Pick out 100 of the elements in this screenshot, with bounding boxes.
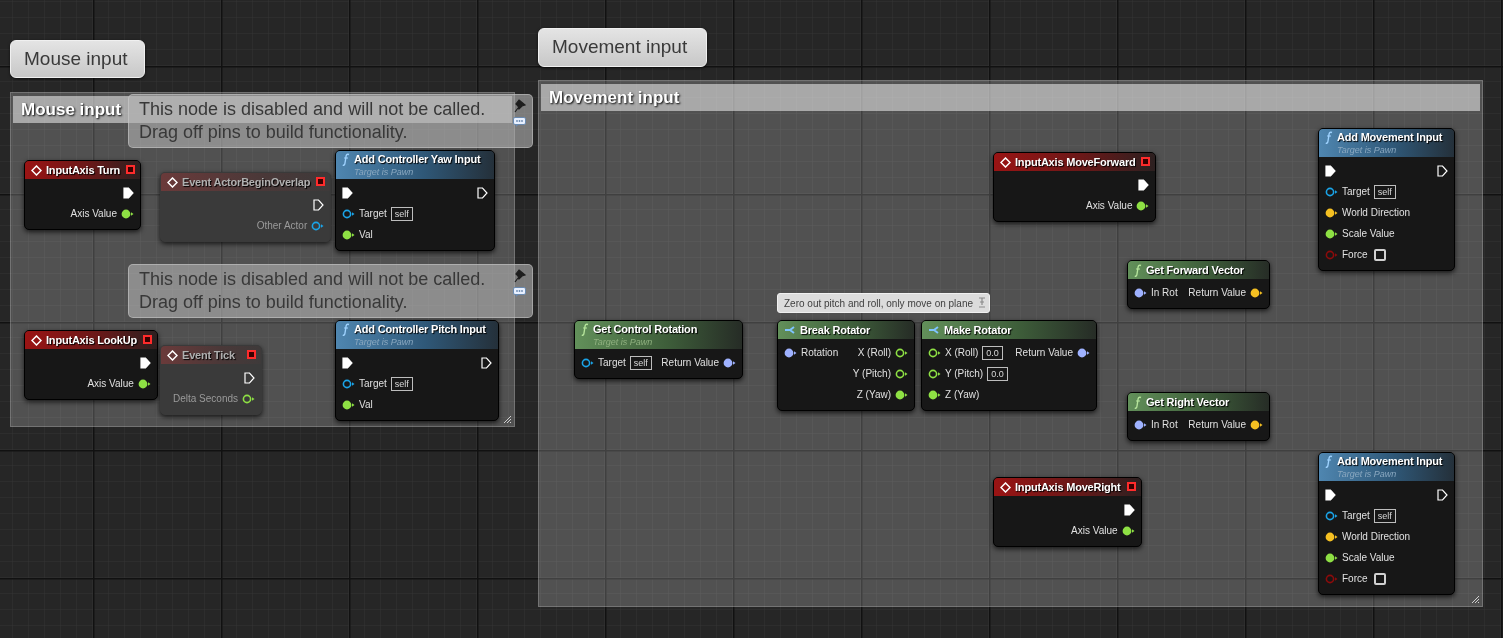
node-title: Break Rotator	[800, 324, 871, 336]
exec-pin[interactable]	[1138, 178, 1150, 191]
comment-icon[interactable]	[513, 287, 526, 297]
data-pin[interactable]	[342, 208, 355, 219]
blueprint-node[interactable]: Add Controller Yaw Input Target is Pawn Target self Val	[335, 150, 495, 251]
data-pin[interactable]	[1325, 228, 1338, 239]
pushpin-icon[interactable]	[514, 269, 526, 283]
data-pin[interactable]	[928, 389, 941, 400]
node-title: Get Forward Vector	[1146, 264, 1244, 276]
pin-label: X (Roll)	[945, 346, 979, 360]
blueprint-node[interactable]: Add Controller Pitch Input Target is Pawn Target self Val	[335, 320, 499, 421]
data-pin[interactable]	[342, 378, 355, 389]
exec-pin[interactable]	[481, 356, 492, 369]
pin-label: Return Value	[1188, 286, 1246, 300]
exec-pin[interactable]	[477, 186, 488, 199]
node-title: Add Controller Yaw Input	[354, 154, 481, 165]
blueprint-node[interactable]: InputAxis MoveForward Axis Value	[993, 152, 1157, 222]
delegate-pin-icon[interactable]	[1126, 482, 1136, 491]
diamond-icon	[167, 349, 178, 361]
data-pin[interactable]	[928, 347, 941, 358]
pin-label: Rotation	[801, 346, 839, 360]
default-value-field[interactable]: self	[390, 376, 413, 391]
data-pin[interactable]	[1077, 347, 1090, 358]
data-pin[interactable]	[581, 357, 594, 368]
delegate-pin-icon[interactable]	[142, 335, 152, 344]
blueprint-node[interactable]: Add Movement Input Target is Pawn Target self World Direction Scale Value Force	[1318, 452, 1455, 595]
pin-label: Axis Value	[87, 377, 134, 391]
data-pin[interactable]	[1250, 287, 1263, 298]
blueprint-node[interactable]: InputAxis Turn Axis Value	[24, 160, 141, 230]
exec-pin[interactable]	[342, 186, 353, 199]
diamond-icon	[1000, 481, 1011, 493]
data-pin[interactable]	[1325, 552, 1338, 563]
data-pin[interactable]	[895, 368, 908, 379]
blueprint-node[interactable]: Get Right Vector In Rot Return Value	[1127, 392, 1270, 441]
function-icon	[1325, 131, 1333, 144]
blueprint-node[interactable]: Get Forward Vector In Rot Return Value	[1127, 260, 1270, 309]
exec-pin[interactable]	[139, 356, 151, 369]
pin-label: Return Value	[1188, 418, 1246, 432]
data-pin[interactable]	[137, 378, 151, 389]
delegate-pin-icon[interactable]	[1141, 157, 1151, 166]
data-pin[interactable]	[784, 347, 797, 358]
blueprint-node[interactable]: InputAxis LookUp Axis Value	[24, 330, 158, 400]
pin-label: X (Roll)	[857, 346, 891, 360]
delegate-pin-icon[interactable]	[126, 165, 135, 174]
exec-pin[interactable]	[123, 186, 134, 199]
function-icon	[1134, 395, 1142, 409]
exec-pin[interactable]	[1123, 503, 1135, 516]
node-title: InputAxis Turn	[46, 164, 120, 176]
default-value-field[interactable]: self	[1373, 184, 1396, 199]
default-value-field[interactable]: self	[1373, 508, 1396, 523]
note-text: This node is disabled and will not be called. Drag off pins to build functionality.	[139, 268, 486, 314]
blueprint-node[interactable]: Make Rotator X (Roll) 0.0 Return Value Y (Pitch) 0.0 Z (Yaw)	[921, 320, 1097, 411]
note-text: This node is disabled and will not be called. Drag off pins to build functionality.	[139, 98, 486, 144]
data-pin[interactable]	[895, 347, 908, 358]
exec-pin[interactable]	[1437, 164, 1448, 177]
default-value-field[interactable]: 0.0	[987, 366, 1008, 381]
default-value-field[interactable]: self	[629, 355, 652, 370]
exec-pin[interactable]	[1325, 164, 1336, 177]
data-pin[interactable]	[121, 208, 134, 219]
exec-pin[interactable]	[1325, 488, 1336, 501]
data-pin[interactable]	[1134, 287, 1147, 298]
data-pin[interactable]	[1121, 525, 1135, 536]
function-icon	[342, 153, 350, 166]
pin-label: Target	[359, 377, 387, 391]
checkbox[interactable]	[1373, 572, 1386, 585]
diamond-icon	[167, 176, 178, 188]
exec-pin[interactable]	[342, 356, 353, 369]
default-value-field[interactable]: self	[390, 206, 413, 221]
data-pin[interactable]	[895, 389, 908, 400]
data-pin[interactable]	[1134, 419, 1147, 430]
checkbox[interactable]	[1373, 248, 1386, 261]
data-pin[interactable]	[1325, 186, 1338, 197]
comment-title: Mouse input	[21, 98, 122, 121]
blueprint-node[interactable]: Add Movement Input Target is Pawn Target self World Direction Scale Value Force	[1318, 128, 1455, 271]
data-pin[interactable]	[1136, 200, 1150, 211]
data-pin[interactable]	[342, 229, 355, 240]
node-title: Event Tick	[182, 349, 235, 361]
node-title: InputAxis MoveForward	[1015, 156, 1136, 168]
pin-label: Y (Pitch)	[852, 367, 891, 381]
resize-grip-icon[interactable]	[1471, 595, 1480, 604]
resize-grip-icon[interactable]	[503, 415, 512, 424]
comment-title: Movement input	[549, 86, 680, 109]
data-pin[interactable]	[342, 399, 355, 410]
exec-pin[interactable]	[1437, 488, 1448, 501]
data-pin[interactable]	[928, 368, 941, 379]
data-pin[interactable]	[1325, 207, 1338, 218]
data-pin[interactable]	[1325, 510, 1338, 521]
split-icon	[784, 325, 796, 335]
pushpin-icon[interactable]	[514, 99, 526, 113]
data-pin[interactable]	[1250, 419, 1263, 430]
blueprint-node[interactable]: InputAxis MoveRight Axis Value	[993, 477, 1142, 547]
pin-label: Z (Yaw)	[945, 388, 980, 402]
node-title: Add Movement Input	[1337, 132, 1443, 143]
comment-icon[interactable]	[513, 117, 526, 127]
pin-label: Scale Value	[1342, 227, 1395, 241]
data-pin[interactable]	[1325, 531, 1338, 542]
pin-label: In Rot	[1151, 286, 1178, 300]
data-pin[interactable]	[723, 357, 736, 368]
default-value-field[interactable]: 0.0	[982, 345, 1003, 360]
blueprint-node[interactable]: Break Rotator Rotation X (Roll) Y (Pitch) Z (Yaw)	[777, 320, 915, 411]
